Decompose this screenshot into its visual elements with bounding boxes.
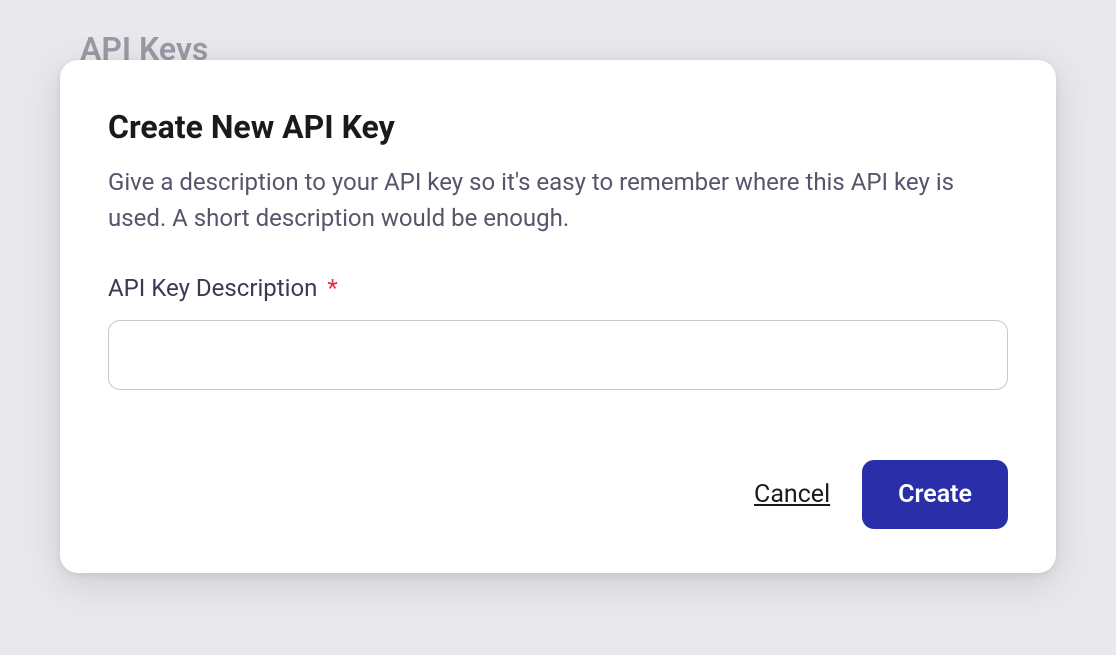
create-api-key-modal: Create New API Key Give a description to… [60, 60, 1056, 573]
description-field-label: API Key Description * [108, 274, 1008, 302]
required-asterisk-icon: * [327, 274, 337, 302]
cancel-button[interactable]: Cancel [754, 480, 830, 509]
modal-actions: Cancel Create [108, 460, 1008, 529]
api-key-description-input[interactable] [108, 320, 1008, 390]
modal-description: Give a description to your API key so it… [108, 164, 1008, 236]
modal-title: Create New API Key [108, 108, 1008, 146]
field-label-text: API Key Description [108, 274, 317, 302]
create-button[interactable]: Create [862, 460, 1008, 529]
